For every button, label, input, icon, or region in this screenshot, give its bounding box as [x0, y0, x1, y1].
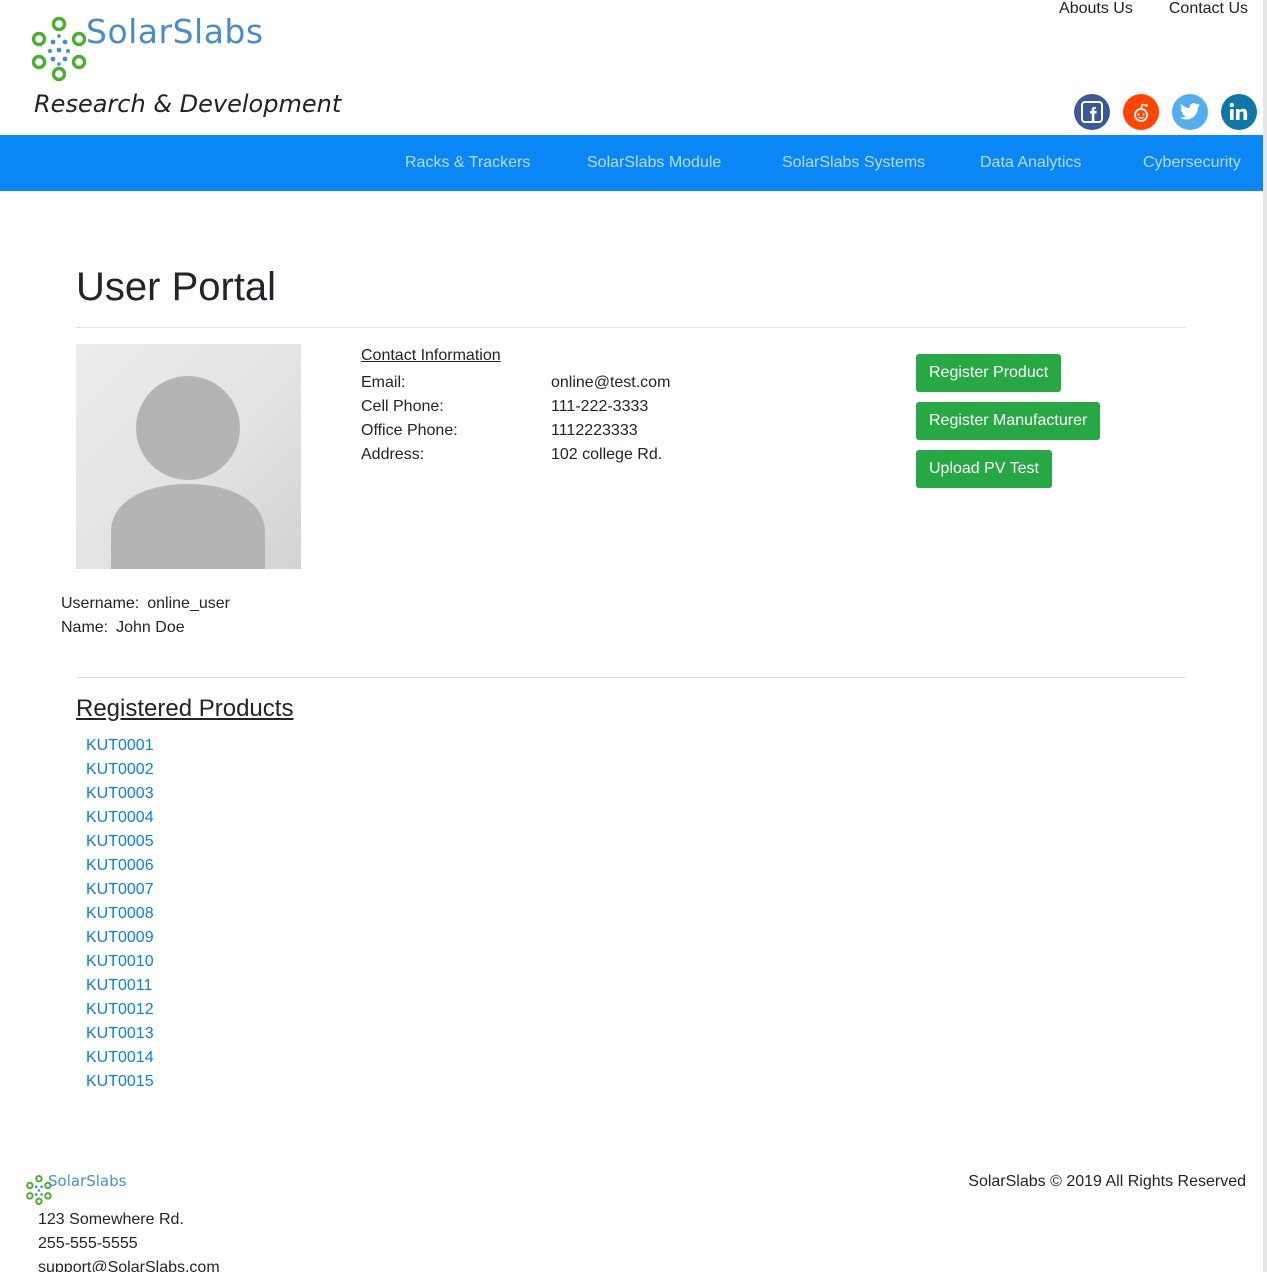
register-product-button[interactable]: Register Product	[916, 354, 1062, 392]
register-manufacturer-button[interactable]: Register Manufacturer	[916, 402, 1101, 440]
product-link[interactable]: KUT0009	[86, 929, 154, 946]
divider	[76, 327, 1186, 328]
product-link[interactable]: KUT0003	[86, 785, 154, 802]
name-value: John Doe	[116, 619, 185, 636]
address-label: Address:	[361, 446, 425, 463]
contact-row-email: Email: online@test.com	[361, 371, 670, 395]
list-item: KUT0011	[86, 974, 154, 998]
user-meta: Username: online_user Name: John Doe	[61, 592, 230, 640]
contact-info-table: Email: online@test.com Cell Phone: 111-2…	[361, 371, 670, 467]
list-item: KUT0004	[86, 806, 154, 830]
list-item: KUT0009	[86, 926, 154, 950]
product-link[interactable]: KUT0011	[86, 977, 152, 994]
username-row: Username: online_user	[61, 592, 230, 616]
contact-row-cell-phone: Cell Phone: 111-222-3333	[361, 395, 670, 419]
product-link[interactable]: KUT0004	[86, 809, 154, 826]
list-item: KUT0005	[86, 830, 154, 854]
office-phone-label: Office Phone:	[361, 422, 458, 439]
contact-us-link[interactable]: Contact Us	[1169, 0, 1248, 18]
name-row: Name: John Doe	[61, 616, 230, 640]
office-phone-value: 1112223333	[551, 422, 638, 439]
footer-logo-wordmark: SolarSlabs	[48, 1172, 127, 1190]
linkedin-icon[interactable]	[1221, 94, 1257, 130]
divider	[76, 677, 1186, 678]
product-link[interactable]: KUT0014	[86, 1049, 154, 1066]
list-item: KUT0008	[86, 902, 154, 926]
list-item: KUT0010	[86, 950, 154, 974]
footer-phone: 255-555-5555	[38, 1235, 138, 1252]
nav-cybersecurity[interactable]: Cybersecurity	[1143, 154, 1241, 172]
username-value: online_user	[147, 595, 230, 612]
product-link[interactable]: KUT0010	[86, 953, 154, 970]
footer-contact: 123 Somewhere Rd. 255-555-5555 support@S…	[38, 1208, 220, 1272]
email-value: online@test.com	[551, 374, 671, 391]
email-label: Email:	[361, 374, 406, 391]
contact-info-heading: Contact Information	[361, 347, 501, 364]
page-scrollbar[interactable]	[1263, 0, 1267, 1272]
twitter-icon[interactable]	[1172, 94, 1208, 130]
site-logo[interactable]: SolarSlabs	[26, 12, 316, 84]
nav-racks-trackers[interactable]: Racks & Trackers	[405, 154, 530, 172]
list-item: KUT0002	[86, 758, 154, 782]
product-link[interactable]: KUT0015	[86, 1073, 154, 1090]
product-link[interactable]: KUT0013	[86, 1025, 154, 1042]
contact-row-office-phone: Office Phone: 1112223333	[361, 419, 670, 443]
main-navbar: Racks & Trackers SolarSlabs Module Solar…	[0, 135, 1263, 191]
upload-pv-test-button[interactable]: Upload PV Test	[916, 450, 1052, 488]
facebook-icon[interactable]	[1074, 94, 1110, 130]
nav-solarslabs-systems[interactable]: SolarSlabs Systems	[782, 154, 925, 172]
list-item: KUT0012	[86, 998, 154, 1022]
registered-products-heading: Registered Products	[76, 695, 294, 722]
product-link[interactable]: KUT0002	[86, 761, 154, 778]
cell-phone-label: Cell Phone:	[361, 398, 444, 415]
tagline: Research & Development	[34, 90, 342, 118]
footer-address: 123 Somewhere Rd.	[38, 1211, 184, 1228]
nav-data-analytics[interactable]: Data Analytics	[980, 154, 1081, 172]
product-link[interactable]: KUT0001	[86, 737, 154, 754]
cell-phone-value: 111-222-3333	[551, 398, 649, 415]
top-links: Abouts Us Contact Us	[1059, 0, 1248, 18]
about-us-link[interactable]: Abouts Us	[1059, 0, 1133, 18]
list-item: KUT0014	[86, 1046, 154, 1070]
nav-solarslabs-module[interactable]: SolarSlabs Module	[587, 154, 721, 172]
list-item: KUT0003	[86, 782, 154, 806]
product-link[interactable]: KUT0005	[86, 833, 154, 850]
social-links	[1074, 94, 1257, 130]
list-item: KUT0006	[86, 854, 154, 878]
reddit-icon[interactable]	[1123, 94, 1159, 130]
product-link[interactable]: KUT0012	[86, 1001, 154, 1018]
page-title: User Portal	[76, 265, 277, 309]
list-item: KUT0001	[86, 734, 154, 758]
footer-email: support@SolarSlabs.com	[38, 1259, 220, 1272]
name-label: Name:	[61, 619, 109, 636]
avatar-placeholder-icon	[76, 344, 301, 569]
username-label: Username:	[61, 595, 140, 612]
solarslabs-logo-icon	[31, 16, 87, 82]
product-link[interactable]: KUT0006	[86, 857, 154, 874]
product-link[interactable]: KUT0007	[86, 881, 154, 898]
list-item: KUT0015	[86, 1070, 154, 1094]
registered-products-list: KUT0001 KUT0002 KUT0003 KUT0004 KUT0005 …	[86, 734, 154, 1094]
product-link[interactable]: KUT0008	[86, 905, 154, 922]
address-value: 102 college Rd.	[551, 446, 663, 463]
copyright-text: SolarSlabs © 2019 All Rights Reserved	[968, 1173, 1246, 1190]
list-item: KUT0013	[86, 1022, 154, 1046]
footer-logo[interactable]: SolarSlabs	[24, 1172, 154, 1206]
logo-wordmark: SolarSlabs	[86, 12, 264, 51]
contact-row-address: Address: 102 college Rd.	[361, 443, 670, 467]
list-item: KUT0007	[86, 878, 154, 902]
